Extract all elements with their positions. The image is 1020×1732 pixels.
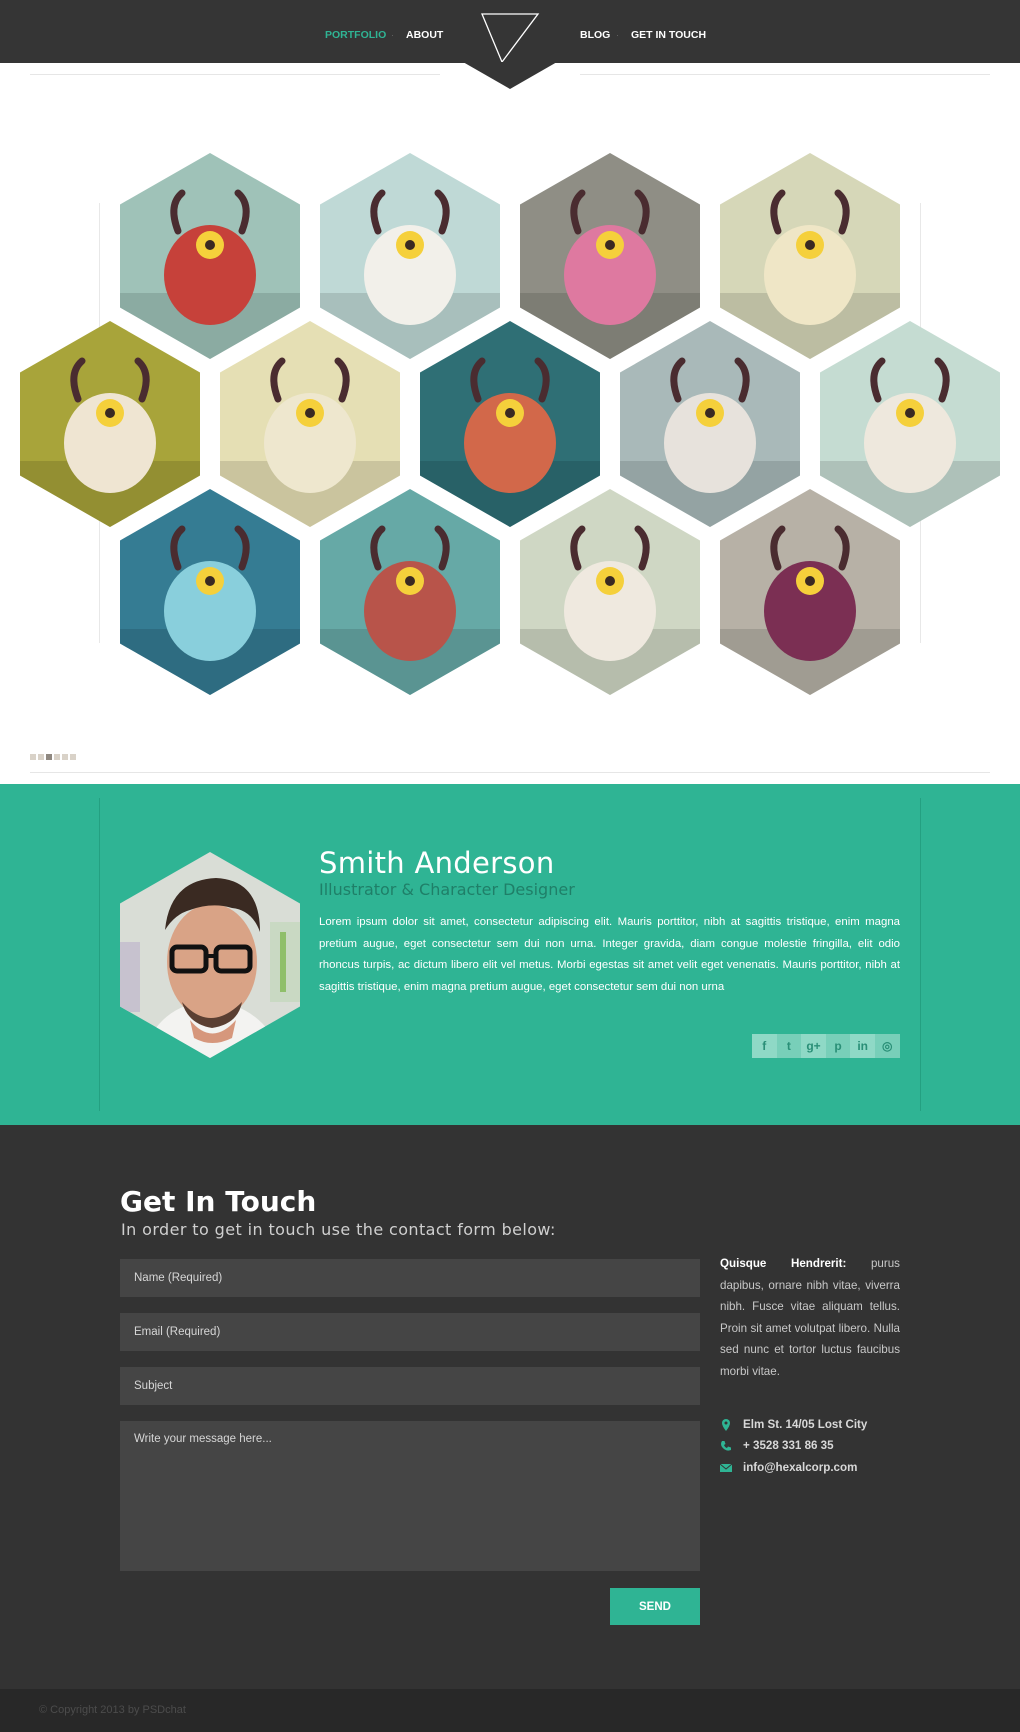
contact-subtitle: In order to get in touch use the contact…: [121, 1220, 556, 1239]
portfolio-item-white-deer[interactable]: [220, 321, 400, 527]
phone-text: + 3528 331 86 35: [743, 1439, 834, 1452]
about-bio: Lorem ipsum dolor sit amet, consectetur …: [319, 916, 900, 994]
nav-separator: ·: [391, 30, 394, 40]
triangle-logo-icon[interactable]: [480, 12, 540, 64]
portfolio-item-horned-purple-blob[interactable]: [720, 489, 900, 695]
nav-get-in-touch[interactable]: GET IN TOUCH: [631, 29, 706, 41]
illustration-thumbnail: [120, 489, 300, 695]
portfolio-item-red-horned-cyclops[interactable]: [120, 153, 300, 359]
about-section: Smith Anderson Illustrator & Character D…: [0, 784, 1020, 1125]
phone-icon: [721, 1441, 731, 1451]
google-plus-icon[interactable]: g+: [801, 1034, 826, 1058]
send-button[interactable]: SEND: [610, 1588, 700, 1625]
email-text[interactable]: info@hexalcorp.com: [743, 1461, 857, 1474]
pager-dot[interactable]: [62, 754, 68, 760]
portfolio-item-yeti-handshake[interactable]: [620, 321, 800, 527]
map-pin-icon: [722, 1419, 730, 1431]
divider: [580, 74, 990, 75]
nav-blog[interactable]: BLOG: [580, 29, 610, 41]
about-name: Smith Anderson: [319, 846, 555, 880]
facebook-icon[interactable]: f: [752, 1034, 777, 1058]
address-text: Elm St. 14/05 Lost City: [743, 1418, 868, 1431]
pager-dot[interactable]: [54, 754, 60, 760]
contact-title: Get In Touch: [120, 1185, 317, 1218]
portfolio-pager: [30, 754, 78, 761]
illustration-thumbnail: [820, 321, 1000, 527]
pager-dot[interactable]: [38, 754, 44, 760]
portfolio-item-pink-cow-monster[interactable]: [520, 153, 700, 359]
illustration-thumbnail: [220, 321, 400, 527]
message-field[interactable]: [120, 1421, 700, 1571]
contact-section: Get In Touch In order to get in touch us…: [0, 1125, 1020, 1689]
twitter-icon[interactable]: t: [776, 1034, 802, 1058]
avatar: [120, 852, 300, 1058]
mail-icon: [720, 1463, 732, 1472]
nav-about[interactable]: ABOUT: [406, 29, 443, 41]
pager-dot[interactable]: [70, 754, 76, 760]
portfolio-item-octopus-monster[interactable]: [420, 321, 600, 527]
contact-blurb: Quisque Hendrerit: purus dapibus, ornare…: [720, 1253, 900, 1382]
subject-field[interactable]: [120, 1367, 700, 1405]
email-field[interactable]: [120, 1313, 700, 1351]
section-guide-line: [920, 798, 921, 1111]
divider: [30, 74, 440, 75]
dribbble-icon[interactable]: ◎: [874, 1034, 900, 1058]
name-field[interactable]: [120, 1259, 700, 1297]
illustration-thumbnail: [620, 321, 800, 527]
illustration-thumbnail: [720, 489, 900, 695]
illustration-thumbnail: [20, 321, 200, 527]
section-guide-line: [99, 798, 100, 1111]
portfolio-item-fluffy-yeti-circus[interactable]: [720, 153, 900, 359]
nav-separator: ·: [616, 30, 619, 40]
top-navigation: PORTFOLIO · ABOUT BLOG · GET IN TOUCH: [0, 0, 1020, 64]
illustration-thumbnail: [520, 153, 700, 359]
copyright-text: © Copyright 2013 by PSDchat: [39, 1704, 186, 1716]
illustration-thumbnail: [420, 321, 600, 527]
portfolio-item-white-ape[interactable]: [820, 321, 1000, 527]
illustration-thumbnail: [320, 153, 500, 359]
portfolio-item-winged-bird-creature[interactable]: [520, 489, 700, 695]
nav-portfolio[interactable]: PORTFOLIO: [325, 29, 386, 41]
illustration-thumbnail: [120, 153, 300, 359]
portfolio-item-tribal-mask-creature[interactable]: [320, 489, 500, 695]
pager-dot[interactable]: [30, 754, 36, 760]
divider: [30, 772, 990, 773]
contact-blurb-title: Quisque Hendrerit:: [720, 1257, 847, 1270]
portfolio-item-flying-sheep[interactable]: [320, 153, 500, 359]
about-role: Illustrator & Character Designer: [319, 880, 575, 899]
nav-notch: [463, 62, 557, 89]
pager-dot[interactable]: [46, 754, 52, 760]
contact-blurb-text: purus dapibus, ornare nibh vitae, viverr…: [720, 1257, 900, 1378]
pinterest-icon[interactable]: p: [825, 1034, 851, 1058]
illustration-thumbnail: [520, 489, 700, 695]
social-links: f t g+ p in ◎: [752, 1034, 900, 1058]
footer: © Copyright 2013 by PSDchat: [0, 1689, 1020, 1732]
portfolio-item-sleeping-pig[interactable]: [20, 321, 200, 527]
illustration-thumbnail: [720, 153, 900, 359]
portfolio-item-jellyfish[interactable]: [120, 489, 300, 695]
linkedin-icon[interactable]: in: [850, 1034, 875, 1058]
illustration-thumbnail: [320, 489, 500, 695]
